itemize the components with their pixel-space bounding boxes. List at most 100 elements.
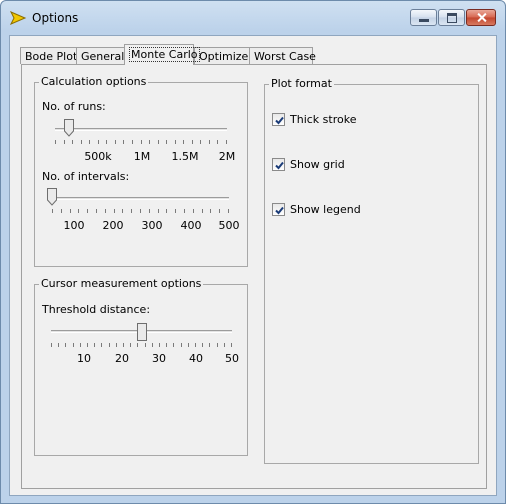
slider-tick: [65, 343, 66, 347]
threshold-tick-label: 50: [225, 352, 239, 365]
slider-tick: [116, 343, 117, 347]
tab-worst-case[interactable]: Worst Case: [249, 47, 316, 64]
tab-monte-carlo[interactable]: Monte Carlo: [124, 44, 200, 65]
slider-tick: [106, 140, 107, 144]
show-legend-checkbox[interactable]: [272, 203, 285, 216]
slider-tick: [94, 343, 95, 347]
close-button[interactable]: [466, 9, 496, 26]
runs-tick-label: 500k: [84, 150, 112, 163]
slider-tick: [115, 140, 116, 144]
maximize-button[interactable]: [438, 9, 465, 26]
checkmark-icon: [275, 161, 284, 170]
slider-tick: [192, 140, 193, 144]
intervals-tick-label: 300: [141, 219, 163, 232]
intervals-label: No. of intervals:: [42, 170, 130, 183]
slider-tick: [130, 343, 131, 347]
slider-tick: [123, 140, 124, 144]
slider-tick: [123, 343, 124, 347]
threshold-tick-label: 30: [152, 352, 166, 365]
tab-bode-plot[interactable]: Bode Plot: [20, 47, 77, 64]
slider-tick: [188, 343, 189, 347]
slider-tick: [217, 343, 218, 347]
threshold-label: Threshold distance:: [42, 303, 151, 316]
slider-tick: [132, 140, 133, 144]
tab-general[interactable]: General: [76, 47, 126, 64]
slider-tick: [152, 343, 153, 347]
slider-tick: [202, 343, 203, 347]
show-legend-label: Show legend: [290, 203, 361, 216]
slider-tick: [145, 343, 146, 347]
slider-tick: [173, 343, 174, 347]
calculation-options-label: Calculation options: [39, 75, 149, 88]
threshold-slider-ticks: [51, 343, 232, 347]
tab-label: General: [81, 50, 125, 63]
checkmark-icon: [275, 116, 284, 125]
slider-tick: [166, 140, 167, 144]
minimize-button[interactable]: [410, 9, 437, 26]
runs-label: No. of runs:: [42, 100, 106, 113]
slider-tick: [158, 140, 159, 144]
runs-slider-thumb[interactable]: [64, 119, 74, 137]
calculation-options-group: Calculation options No. of runs: 500k 1M…: [34, 75, 248, 267]
slider-tick: [184, 209, 185, 213]
tab-label: Monte Carlo: [129, 47, 200, 62]
title-bar[interactable]: Options: [1, 1, 505, 35]
runs-tick-label: 1.5M: [171, 150, 199, 163]
show-grid-checkbox[interactable]: [272, 158, 285, 171]
slider-tick: [219, 209, 220, 213]
intervals-tick-label: 400: [180, 219, 202, 232]
slider-tick: [226, 140, 227, 144]
runs-tick-label: 1M: [133, 150, 151, 163]
slider-tick: [109, 343, 110, 347]
intervals-slider-thumb[interactable]: [47, 188, 57, 206]
slider-tick: [193, 209, 194, 213]
slider-tick: [55, 140, 56, 144]
slider-tick: [159, 343, 160, 347]
monte-carlo-panel: Calculation options No. of runs: 500k 1M…: [21, 64, 487, 489]
runs-slider-ticks: [55, 140, 227, 144]
show-grid-label: Show grid: [290, 158, 345, 171]
threshold-tick-label: 10: [77, 352, 91, 365]
slider-tick: [231, 343, 232, 347]
slider-tick: [149, 140, 150, 144]
slider-tick: [217, 140, 218, 144]
slider-tick: [122, 209, 123, 213]
slider-tick: [166, 343, 167, 347]
tab-label: Optimizer: [199, 50, 253, 63]
tab-optimizer[interactable]: Optimizer: [194, 47, 253, 64]
slider-tick: [195, 343, 196, 347]
runs-slider-track[interactable]: [55, 128, 227, 131]
intervals-slider-track[interactable]: [52, 197, 229, 200]
slider-tick: [78, 209, 79, 213]
slider-tick: [87, 209, 88, 213]
slider-tick: [209, 140, 210, 144]
slider-tick: [98, 140, 99, 144]
runs-tick-label: 2M: [218, 150, 236, 163]
intervals-slider-ticks: [52, 209, 229, 213]
slider-tick: [101, 343, 102, 347]
tab-label: Bode Plot: [25, 50, 78, 63]
window-title: Options: [32, 11, 79, 25]
slider-tick: [105, 209, 106, 213]
slider-tick: [70, 209, 71, 213]
thick-stroke-label: Thick stroke: [290, 113, 357, 126]
cursor-measurement-label: Cursor measurement options: [39, 277, 204, 290]
slider-tick: [166, 209, 167, 213]
slider-tick: [200, 140, 201, 144]
intervals-tick-label: 500: [218, 219, 240, 232]
slider-tick: [51, 343, 52, 347]
slider-tick: [140, 209, 141, 213]
slider-tick: [61, 209, 62, 213]
thick-stroke-checkbox[interactable]: [272, 113, 285, 126]
plot-format-group: Plot format Thick stroke Show grid Show …: [264, 77, 479, 464]
slider-tick: [175, 209, 176, 213]
slider-tick: [73, 343, 74, 347]
slider-tick: [52, 209, 53, 213]
tab-label: Worst Case: [254, 50, 316, 63]
threshold-slider-thumb[interactable]: [137, 323, 147, 341]
slider-tick: [58, 343, 59, 347]
threshold-tick-label: 40: [189, 352, 203, 365]
slider-tick: [175, 140, 176, 144]
plot-format-label: Plot format: [269, 77, 334, 90]
intervals-tick-label: 100: [63, 219, 85, 232]
